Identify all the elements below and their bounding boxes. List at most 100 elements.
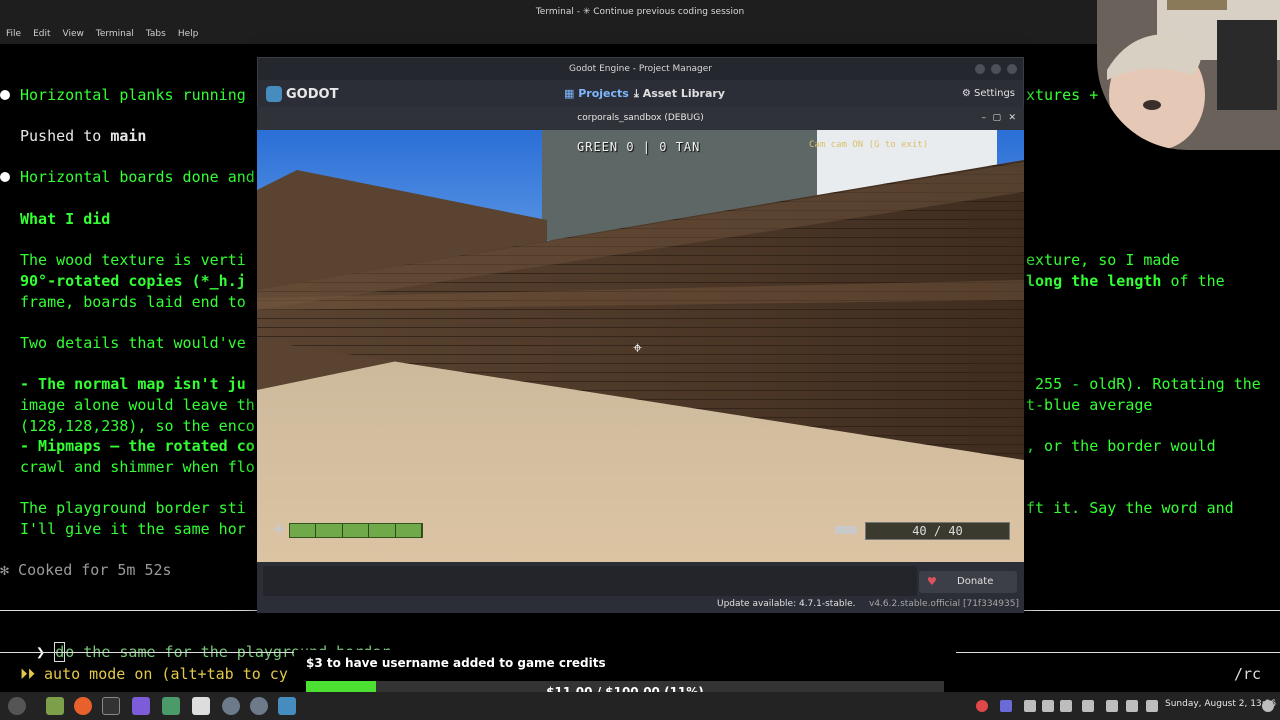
maximize-icon[interactable] <box>991 64 1001 74</box>
terminal-title: Terminal - ✳ Continue previous coding se… <box>0 0 1280 24</box>
minimize-icon[interactable] <box>975 64 985 74</box>
term-line: xtures + <box>1026 86 1099 104</box>
update-notice[interactable]: Update available: 4.7.1-stable. <box>717 599 855 609</box>
close-icon[interactable]: ✕ <box>1008 107 1016 130</box>
term-line: The playground border sti <box>20 499 246 517</box>
network-icon[interactable] <box>1126 700 1138 712</box>
term-line: frame, boards laid end to <box>20 293 246 311</box>
term-line: exture, so I made <box>1026 251 1180 269</box>
menu-help[interactable]: Help <box>178 24 199 44</box>
terminal-menubar: File Edit View Terminal Tabs Help <box>0 24 1280 44</box>
power-icon[interactable] <box>1262 700 1274 712</box>
divider <box>956 652 1280 653</box>
pm-header: GODOT ▦ Projects ⤓ Asset Library ⚙ Setti… <box>258 80 1023 108</box>
health-bar <box>289 523 423 538</box>
godot-icon[interactable] <box>222 697 240 715</box>
score-display: GREEN 0 | 0 TAN <box>577 140 701 154</box>
tray-icon[interactable] <box>1024 700 1036 712</box>
term-line: t-blue average <box>1026 396 1153 414</box>
term-line: crawl and shimmer when flo <box>20 458 255 476</box>
tray-icon[interactable] <box>1082 700 1094 712</box>
app-icon[interactable] <box>132 697 150 715</box>
pm-titlebar: Godot Engine - Project Manager <box>258 58 1023 80</box>
term-text: of the <box>1161 272 1225 290</box>
term-line: Horizontal boards done and <box>20 168 255 186</box>
term-text: Pushed to <box>20 127 111 145</box>
crosshair-icon: ⌖ <box>633 338 643 357</box>
term-text: main <box>110 127 147 145</box>
term-line: Pushed to main <box>20 126 146 146</box>
term-line: Horizontal planks running <box>20 86 246 104</box>
bullet-icon <box>0 90 10 100</box>
discord-icon[interactable] <box>1000 700 1012 712</box>
term-line: Two details that would've <box>20 334 246 352</box>
health-icon: ✚ <box>273 522 285 538</box>
term-heading: What I did <box>20 210 111 228</box>
godot-logo: GODOT <box>266 86 338 102</box>
menu-view[interactable]: View <box>63 24 84 44</box>
logo-text: GODOT <box>286 86 339 102</box>
health-segment <box>369 524 396 537</box>
term-line: - The normal map isn't ju <box>20 375 246 393</box>
game-title: corporals_sandbox (DEBUG) <box>577 113 704 123</box>
pm-footer-panel <box>263 566 917 596</box>
maximize-icon[interactable]: ▢ <box>992 107 1001 130</box>
game-debug-window[interactable]: corporals_sandbox (DEBUG) – ▢ ✕ GREEN 0 … <box>257 107 1024 562</box>
tray-icon[interactable] <box>1042 700 1054 712</box>
camera-hint: Cam cam ON (G to exit) <box>809 140 929 150</box>
donate-label: Donate <box>957 576 994 587</box>
settings-label: Settings <box>973 88 1015 99</box>
taskbar: Sunday, August 2, 13:06 <box>0 692 1280 720</box>
heart-icon: ♥ <box>927 575 937 588</box>
godot-icon <box>266 86 282 102</box>
display-icon[interactable] <box>1106 700 1118 712</box>
donate-button[interactable]: ♥ Donate <box>919 571 1017 593</box>
credits-title: $3 to have username added to game credit… <box>306 656 606 670</box>
ammo-counter: 40 / 40 <box>865 522 1010 540</box>
menu-icon[interactable] <box>8 697 26 715</box>
menu-file[interactable]: File <box>6 24 21 44</box>
window-controls <box>975 64 1017 74</box>
terminal-icon[interactable] <box>102 697 120 715</box>
divider <box>1024 610 1280 611</box>
volume-icon[interactable] <box>1146 700 1158 712</box>
term-line: - Mipmaps — the rotated co <box>20 437 255 455</box>
tab-label: Asset Library <box>642 87 725 100</box>
godot-icon[interactable] <box>250 697 268 715</box>
menu-tabs[interactable]: Tabs <box>146 24 166 44</box>
term-line: I'll give it the same hor <box>20 520 246 538</box>
health-segment <box>290 524 317 537</box>
text-editor-icon[interactable] <box>192 697 210 715</box>
clock[interactable]: Sunday, August 2, 13:06 <box>1165 699 1276 709</box>
health-segment <box>343 524 370 537</box>
godot-icon[interactable] <box>278 697 296 715</box>
bullet-icon <box>0 172 10 182</box>
files-icon[interactable] <box>46 697 64 715</box>
minimize-icon[interactable]: – <box>982 107 987 130</box>
term-line: (128,128,238), so the enco <box>20 417 255 435</box>
game-titlebar: corporals_sandbox (DEBUG) – ▢ ✕ <box>257 107 1024 130</box>
close-icon[interactable] <box>1007 64 1017 74</box>
firefox-icon[interactable] <box>74 697 92 715</box>
obs-icon[interactable] <box>976 700 988 712</box>
weapon-icon <box>835 526 857 534</box>
app-icon[interactable] <box>162 697 180 715</box>
term-line: ft it. Say the word and <box>1026 499 1234 517</box>
term-line: 90°-rotated copies (*_h.j <box>20 272 246 290</box>
term-line: 255 - oldR). Rotating the <box>1026 375 1261 393</box>
term-line: image alone would leave th <box>20 396 255 414</box>
divider <box>0 652 294 653</box>
auto-mode-right: /rc <box>1234 665 1262 683</box>
health-segment <box>396 524 423 537</box>
menu-terminal[interactable]: Terminal <box>96 24 134 44</box>
tab-asset-library[interactable]: ⤓ Asset Library <box>634 87 725 101</box>
pm-footer: ♥ Donate Update available: 4.7.1-stable.… <box>257 562 1024 613</box>
tab-projects[interactable]: ▦ Projects <box>564 87 629 100</box>
term-text: long the length <box>1026 272 1162 290</box>
term-line: The wood texture is verti <box>20 251 246 269</box>
tab-label: Projects <box>578 87 629 100</box>
tray-icon[interactable] <box>1060 700 1072 712</box>
game-viewport[interactable]: GREEN 0 | 0 TAN Cam cam ON (G to exit) ⌖… <box>257 130 1024 562</box>
menu-edit[interactable]: Edit <box>33 24 50 44</box>
settings-button[interactable]: ⚙ Settings <box>962 88 1015 99</box>
